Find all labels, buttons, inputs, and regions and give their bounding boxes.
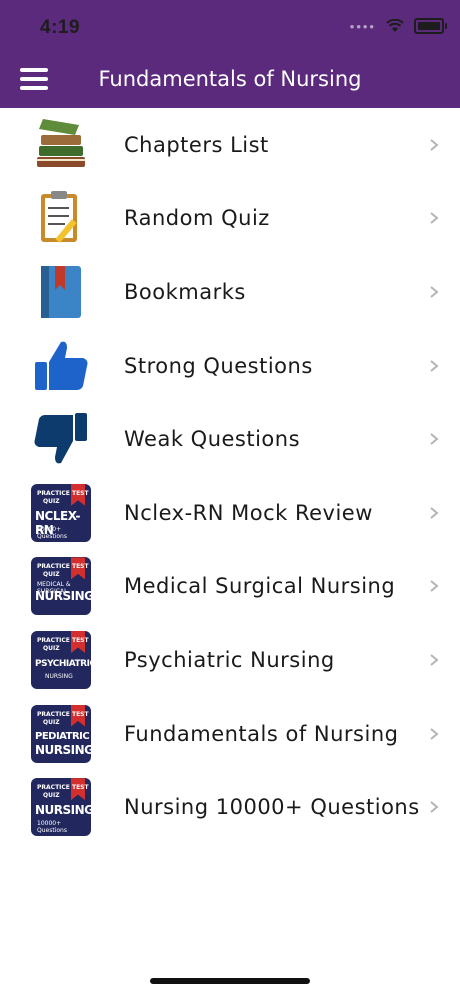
psychiatric-badge-icon: PRACTICE TEST QUIZ PSYCHIATRIC NURSING: [30, 629, 92, 691]
list-item[interactable]: Strong Questions: [0, 329, 460, 403]
chevron-right-icon: [430, 654, 439, 666]
battery-icon: [414, 18, 447, 34]
thumbs-up-icon: [30, 335, 92, 397]
list-item[interactable]: Weak Questions: [0, 402, 460, 476]
row-label: Nclex-RN Mock Review: [124, 500, 373, 525]
status-time: 4:19: [40, 17, 81, 38]
status-icons: ••••: [349, 18, 447, 34]
chevron-right-icon: [430, 727, 439, 740]
row-label: Fundamentals of Nursing: [124, 721, 399, 746]
chevron-right-icon: [430, 580, 439, 593]
books-icon: [30, 114, 92, 176]
row-label: Strong Questions: [124, 353, 313, 378]
row-label: Medical Surgical Nursing: [124, 574, 396, 599]
pediatric-badge-icon: PRACTICE TEST QUIZ PEDIATRIC NURSING: [30, 703, 92, 765]
page-title: Fundamentals of Nursing: [98, 67, 362, 91]
list-item[interactable]: PRACTICE TEST QUIZ MEDICAL & SURGICAL NU…: [0, 550, 460, 624]
row-label: Weak Questions: [124, 427, 301, 452]
app-header: 4:19 •••• Fundamentals of Nursing: [0, 0, 460, 108]
row-label: Nursing 10000+ Questions: [124, 795, 420, 820]
chevron-right-icon: [430, 433, 439, 445]
chevron-right-icon: [430, 801, 439, 813]
chevron-right-icon: [430, 212, 439, 225]
home-indicator[interactable]: [150, 978, 310, 984]
row-label: Psychiatric Nursing: [124, 647, 335, 672]
menu-list: Chapters List Random Quiz Bookmarks Stro…: [0, 108, 460, 844]
med-surg-badge-icon: PRACTICE TEST QUIZ MEDICAL & SURGICAL NU…: [30, 555, 92, 617]
nclex-badge-icon: PRACTICE TEST QUIZ NCLEX-RN 10000+ Quest…: [30, 482, 92, 544]
signal-icon: ••••: [349, 18, 376, 34]
chevron-right-icon: [430, 286, 439, 298]
list-item[interactable]: Bookmarks: [0, 255, 460, 329]
chevron-right-icon: [430, 359, 439, 372]
chevron-right-icon: [430, 139, 439, 151]
chevron-right-icon: [430, 506, 439, 519]
row-label: Chapters List: [124, 132, 269, 157]
list-item[interactable]: PRACTICE TEST QUIZ PSYCHIATRIC NURSING P…: [0, 623, 460, 697]
list-item[interactable]: PRACTICE TEST QUIZ NURSING 10000+ Questi…: [0, 770, 460, 844]
wifi-icon: [386, 19, 404, 32]
thumbs-down-icon: [30, 408, 92, 470]
list-item[interactable]: PRACTICE TEST QUIZ NCLEX-RN 10000+ Quest…: [0, 476, 460, 550]
row-label: Bookmarks: [124, 279, 246, 304]
list-item[interactable]: PRACTICE TEST QUIZ PEDIATRIC NURSING Fun…: [0, 697, 460, 771]
nursing-badge-icon: PRACTICE TEST QUIZ NURSING 10000+ Questi…: [30, 776, 92, 838]
list-item[interactable]: Chapters List: [0, 108, 460, 182]
list-item[interactable]: Random Quiz: [0, 182, 460, 256]
bookmark-book-icon: [30, 261, 92, 323]
quiz-clipboard-icon: [30, 187, 92, 249]
row-label: Random Quiz: [124, 206, 270, 231]
